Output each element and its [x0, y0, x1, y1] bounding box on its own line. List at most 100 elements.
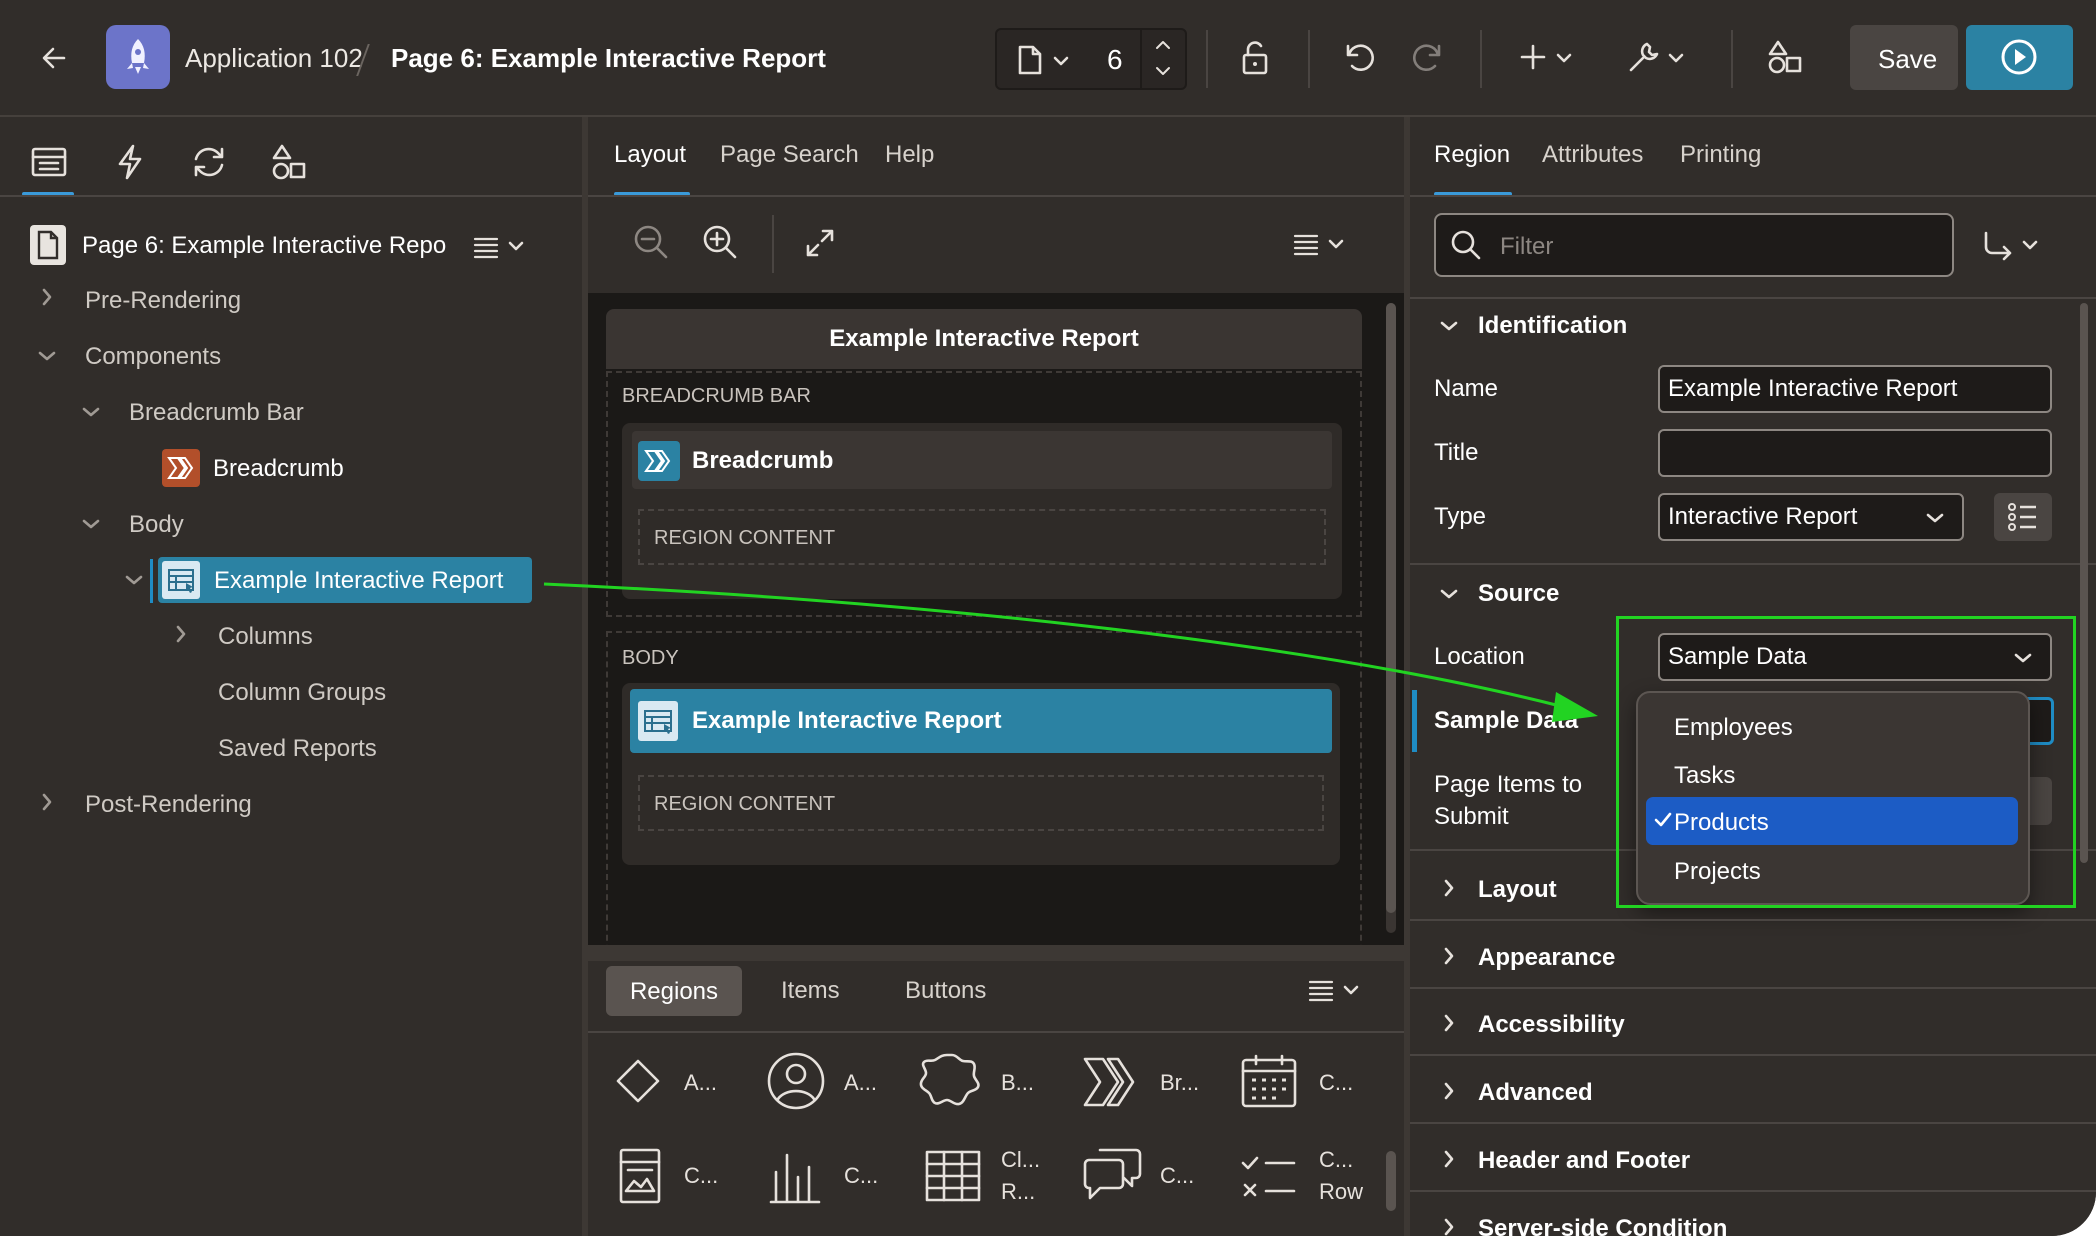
tree-node-breadcrumb[interactable]: Breadcrumb	[213, 455, 344, 483]
group-source[interactable]: Source	[1478, 580, 1559, 608]
chevron-right-icon[interactable]	[42, 288, 52, 306]
dynamic-actions-icon[interactable]	[115, 143, 145, 181]
group-advanced[interactable]: Advanced	[1478, 1079, 1593, 1107]
tree-node-components[interactable]: Components	[85, 343, 221, 371]
tree-node-column-groups[interactable]: Column Groups	[218, 679, 386, 707]
page-root-label[interactable]: Page 6: Example Interactive Repoı	[82, 232, 448, 260]
gallery-item-breadcrumb[interactable]	[1082, 1055, 1142, 1109]
group-header-and-footer[interactable]: Header and Footer	[1478, 1147, 1690, 1175]
group-appearance[interactable]: Appearance	[1478, 944, 1615, 972]
tab-printing[interactable]: Printing	[1680, 141, 1761, 169]
tab-attributes[interactable]: Attributes	[1542, 141, 1643, 169]
chevron-right-icon[interactable]	[1444, 947, 1454, 965]
tree-node-body[interactable]: Body	[129, 511, 184, 539]
gallery-item-classic-report[interactable]	[924, 1149, 982, 1203]
layout-menu-icon[interactable]	[1293, 233, 1319, 256]
processing-icon[interactable]	[190, 145, 228, 179]
tree-menu-icon[interactable]	[473, 236, 499, 259]
gallery-scrollbar[interactable]	[1386, 1151, 1396, 1211]
gallery-item-static-content[interactable]	[614, 1057, 662, 1105]
group-server-side-condition[interactable]: Server-side Condition	[1478, 1215, 1727, 1236]
tree-node-breadcrumb-bar[interactable]: Breadcrumb Bar	[129, 399, 304, 427]
chevron-right-icon[interactable]	[1444, 1150, 1454, 1168]
gallery-tab-buttons[interactable]: Buttons	[905, 977, 986, 1005]
breadcrumb-bar-position[interactable]: BREADCRUMB BAR Breadcrumb REGION CONTENT	[606, 371, 1362, 617]
tab-layout[interactable]: Layout	[614, 141, 686, 169]
canvas-page-header[interactable]: Example Interactive Report	[606, 309, 1362, 369]
expand-icon[interactable]	[805, 228, 835, 258]
shared-components-icon[interactable]	[1766, 39, 1802, 75]
tree-node-post-rendering[interactable]: Post-Rendering	[85, 791, 252, 819]
page-number-field[interactable]: 6	[1107, 44, 1123, 76]
report-region-card[interactable]: Example Interactive Report REGION CONTEN…	[622, 683, 1340, 865]
chevron-right-icon[interactable]	[176, 625, 186, 643]
title-field[interactable]	[1658, 429, 2052, 477]
chevron-down-icon[interactable]	[508, 241, 524, 251]
page-down-icon[interactable]	[1155, 66, 1171, 76]
tab-help[interactable]: Help	[885, 141, 934, 169]
tree-node-pre-rendering[interactable]: Pre-Rendering	[85, 287, 241, 315]
app-rocket-icon[interactable]	[106, 25, 170, 89]
chevron-down-icon[interactable]	[1343, 985, 1359, 995]
chevron-right-icon[interactable]	[42, 793, 52, 811]
gallery-menu-icon[interactable]	[1308, 979, 1334, 1002]
app-name-link[interactable]: Application 102	[185, 43, 363, 74]
gallery-item-avatar[interactable]	[766, 1051, 826, 1111]
page-up-icon[interactable]	[1155, 40, 1171, 50]
run-page-button[interactable]	[1966, 25, 2073, 90]
chevron-down-icon[interactable]	[38, 351, 56, 361]
tree-node-example-report[interactable]: Example Interactive Report	[158, 557, 532, 603]
chevron-right-icon[interactable]	[1444, 879, 1454, 897]
chevron-down-icon[interactable]	[2022, 240, 2038, 250]
canvas-scrollbar[interactable]	[1386, 303, 1396, 933]
gallery-item-content-row[interactable]	[1240, 1153, 1296, 1203]
chevron-down-icon[interactable]	[125, 575, 143, 585]
property-scrollbar[interactable]	[2080, 303, 2088, 863]
group-accessibility[interactable]: Accessibility	[1478, 1011, 1625, 1039]
go-to-group-icon[interactable]	[1982, 231, 2014, 261]
chevron-down-icon[interactable]	[1440, 321, 1458, 331]
tab-page-search[interactable]: Page Search	[720, 141, 859, 169]
shared-components-tab-icon[interactable]	[270, 143, 306, 181]
unlock-icon[interactable]	[1240, 40, 1274, 76]
chevron-right-icon[interactable]	[1444, 1218, 1454, 1236]
gallery-tab-items[interactable]: Items	[781, 977, 840, 1005]
gallery-item-card[interactable]	[618, 1147, 662, 1205]
undo-icon[interactable]	[1341, 40, 1377, 76]
zoom-in-icon[interactable]	[702, 224, 738, 260]
create-plus-icon[interactable]	[1520, 44, 1546, 70]
chevron-down-icon[interactable]	[1440, 589, 1458, 599]
zoom-out-icon[interactable]	[633, 224, 669, 260]
group-identification[interactable]: Identification	[1478, 312, 1627, 340]
tab-rendering-tree[interactable]	[30, 145, 68, 179]
gallery-item-calendar[interactable]	[1240, 1053, 1298, 1109]
name-field[interactable]: Example Interactive Report	[1658, 365, 2052, 413]
page-selector[interactable]: 6	[995, 28, 1187, 90]
group-layout[interactable]: Layout	[1478, 876, 1557, 904]
back-arrow-icon[interactable]	[40, 44, 68, 72]
redo-icon[interactable]	[1410, 40, 1446, 76]
breadcrumb-region-content[interactable]: REGION CONTENT	[638, 509, 1326, 565]
type-list-button[interactable]	[1994, 493, 2052, 541]
chevron-down-icon[interactable]	[82, 407, 100, 417]
breadcrumb-region-card[interactable]: Breadcrumb REGION CONTENT	[622, 423, 1342, 599]
type-select[interactable]: Interactive Report	[1658, 493, 1964, 541]
body-position[interactable]: BODY Example Interactive Report REGION C…	[606, 631, 1362, 945]
gallery-tab-regions[interactable]: Regions	[606, 966, 742, 1016]
chevron-down-icon[interactable]	[82, 519, 100, 529]
chevron-right-icon[interactable]	[1444, 1082, 1454, 1100]
tree-node-saved-reports[interactable]: Saved Reports	[218, 735, 377, 763]
chevron-down-icon[interactable]	[1668, 53, 1684, 63]
chevron-down-icon[interactable]	[1556, 53, 1572, 63]
report-region-content[interactable]: REGION CONTENT	[638, 775, 1324, 831]
chevron-down-icon[interactable]	[1328, 239, 1344, 249]
gallery-item-badge[interactable]	[919, 1051, 982, 1111]
wrench-icon[interactable]	[1627, 40, 1661, 74]
gallery-item-chart[interactable]	[768, 1147, 822, 1205]
tab-region[interactable]: Region	[1434, 141, 1510, 169]
save-button[interactable]: Save	[1850, 25, 1958, 90]
chevron-right-icon[interactable]	[1444, 1014, 1454, 1032]
gallery-item-comments[interactable]	[1082, 1147, 1142, 1205]
tree-node-columns[interactable]: Columns	[218, 623, 313, 651]
filter-input[interactable]: Filter	[1434, 213, 1954, 277]
